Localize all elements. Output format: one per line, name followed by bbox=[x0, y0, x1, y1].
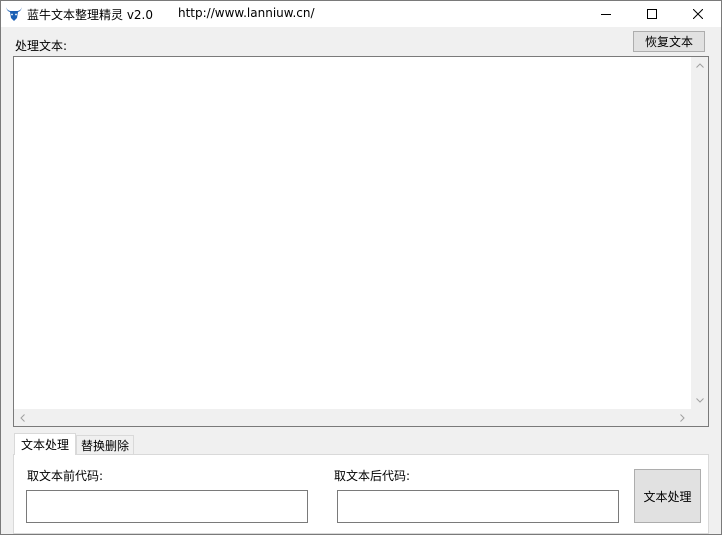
horizontal-scrollbar[interactable] bbox=[14, 409, 691, 426]
scroll-down-icon[interactable] bbox=[691, 392, 708, 409]
close-icon bbox=[693, 9, 703, 19]
pre-code-label: 取文本前代码: bbox=[27, 469, 104, 483]
bull-logo-icon bbox=[5, 6, 23, 22]
scroll-up-icon[interactable] bbox=[691, 57, 708, 74]
title-bar[interactable]: 蓝牛文本整理精灵 v2.0 http://www.lanniuw.cn/ bbox=[1, 1, 721, 27]
maximize-button[interactable] bbox=[629, 1, 675, 27]
tab-text-process[interactable]: 文本处理 bbox=[14, 433, 76, 455]
scroll-left-icon[interactable] bbox=[14, 409, 31, 426]
post-code-input[interactable] bbox=[337, 490, 619, 523]
restore-text-button[interactable]: 恢复文本 bbox=[633, 31, 705, 52]
text-process-button[interactable]: 文本处理 bbox=[634, 469, 701, 523]
process-text-area[interactable] bbox=[13, 56, 709, 427]
process-text-label: 处理文本: bbox=[15, 39, 68, 53]
app-window: 蓝牛文本整理精灵 v2.0 http://www.lanniuw.cn/ 处理文… bbox=[0, 0, 722, 535]
scroll-corner bbox=[691, 409, 708, 426]
scroll-right-icon[interactable] bbox=[674, 409, 691, 426]
maximize-icon bbox=[647, 9, 657, 19]
window-url: http://www.lanniuw.cn/ bbox=[178, 6, 315, 20]
minimize-button[interactable] bbox=[583, 1, 629, 27]
window-title: 蓝牛文本整理精灵 v2.0 bbox=[27, 8, 154, 22]
pre-code-input[interactable] bbox=[26, 490, 308, 523]
tab-replace-delete[interactable]: 替换删除 bbox=[76, 435, 134, 455]
close-button[interactable] bbox=[675, 1, 721, 27]
post-code-label: 取文本后代码: bbox=[334, 469, 411, 483]
vertical-scrollbar[interactable] bbox=[691, 57, 708, 409]
minimize-icon bbox=[601, 14, 611, 15]
